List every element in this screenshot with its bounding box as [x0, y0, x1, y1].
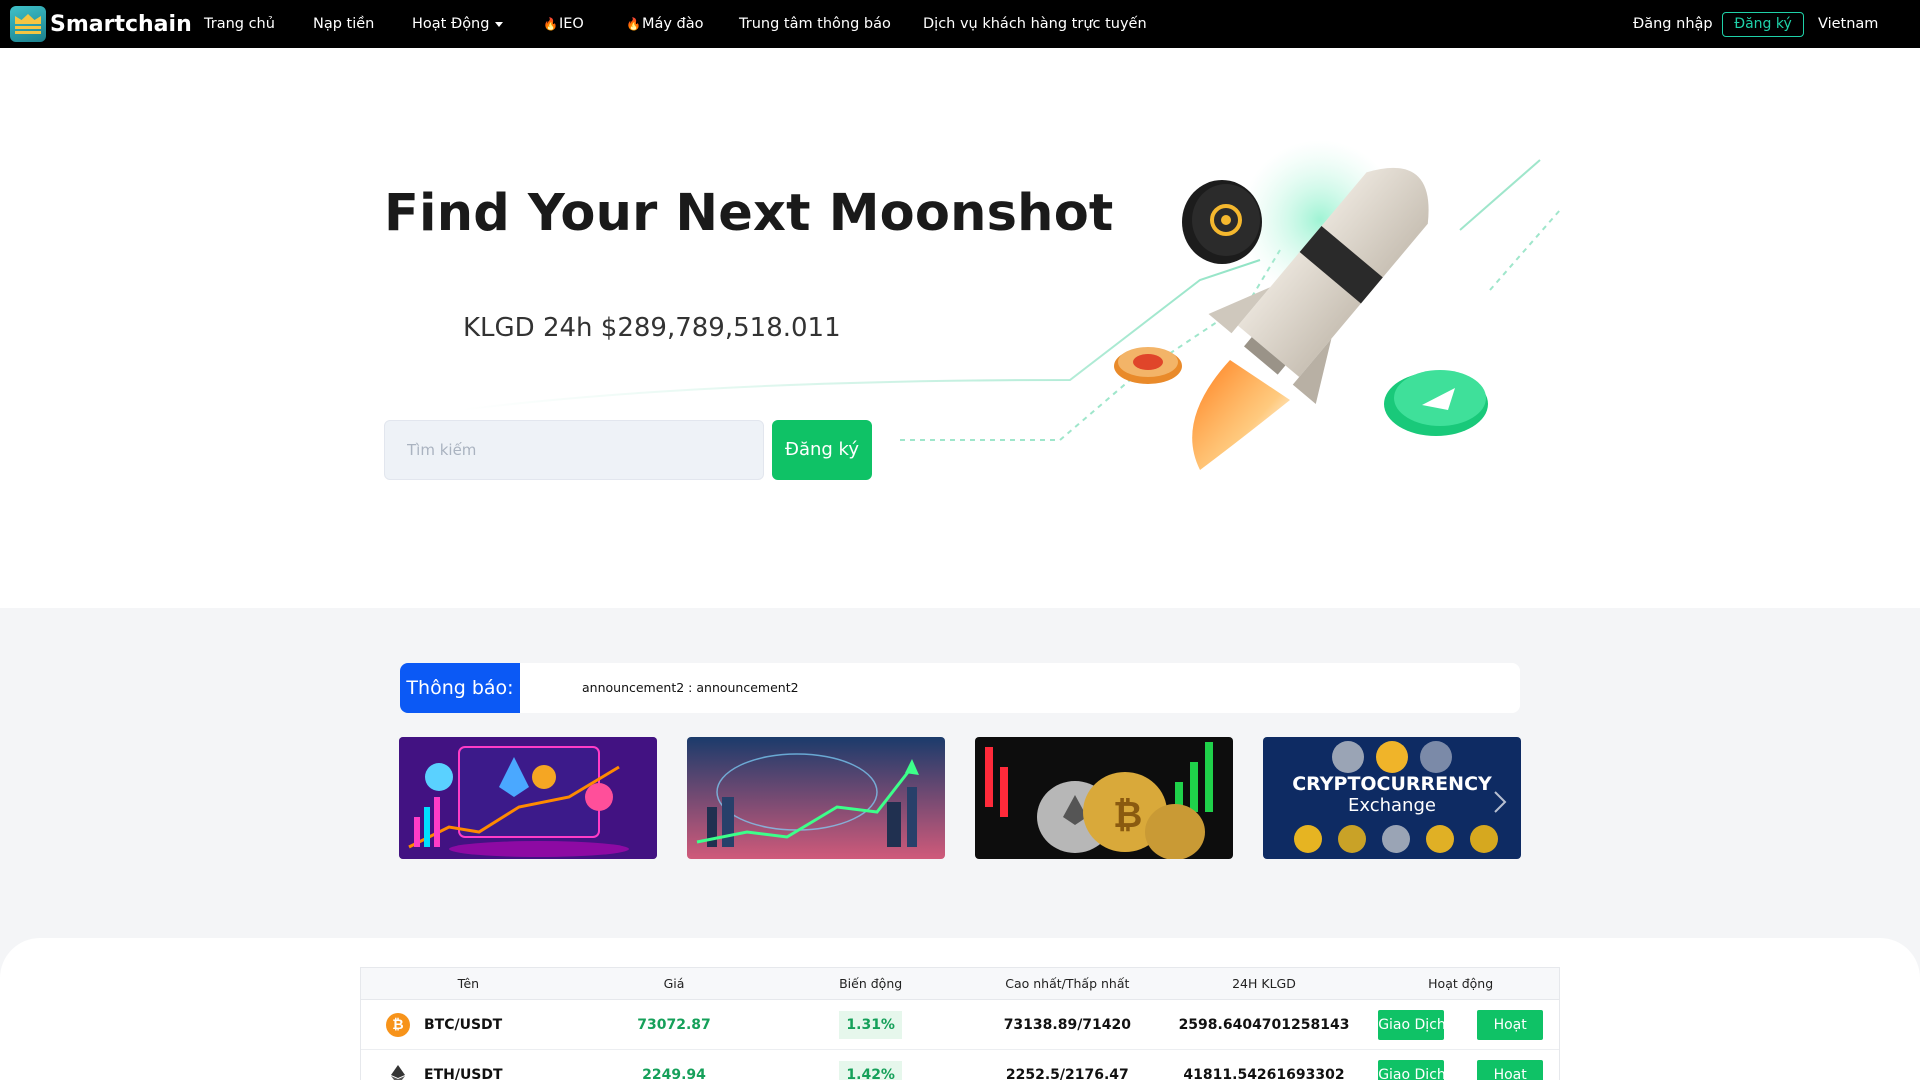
promo-banner-2[interactable] — [687, 737, 945, 859]
col-volume: 24H KLGD — [1232, 976, 1296, 991]
announcement-label: Thông báo: — [400, 663, 520, 713]
bitcoin-icon: ₿ — [386, 1012, 410, 1037]
pair-name: ETH/USDT — [424, 1066, 503, 1080]
high-low: 2252.5/2176.47 — [1005, 1066, 1129, 1080]
pair-cell: ₿ BTC/USDT — [361, 1012, 576, 1037]
ethereum-icon — [386, 1062, 410, 1080]
col-name: Tên — [457, 976, 480, 991]
actions-cell: Giao Dịch Hoạt — [1362, 1009, 1559, 1040]
announcement-bar: Thông báo: announcement2 : announcement2 — [400, 663, 1520, 713]
market-table: Tên Giá Biến động Cao nhất/Thấp nhất 24H… — [360, 967, 1560, 1080]
action-button[interactable]: Hoạt — [1477, 1059, 1544, 1080]
trade-button[interactable]: Giao Dịch — [1378, 1059, 1446, 1080]
col-high-low: Cao nhất/Thấp nhất — [1005, 976, 1130, 991]
action-button[interactable]: Hoạt — [1477, 1009, 1544, 1040]
change-badge: 1.42% — [839, 1060, 902, 1080]
volume-24h: KLGD 24h $289,789,518.011 — [463, 313, 841, 343]
banner4-title: CRYPTOCURRENCY — [1292, 773, 1492, 795]
col-actions: Hoạt động — [1428, 976, 1494, 991]
high-low: 73138.89/71420 — [1003, 1016, 1132, 1033]
price: 2249.94 — [642, 1066, 706, 1080]
pair-name: BTC/USDT — [424, 1016, 503, 1033]
hero-title: Find Your Next Moonshot — [384, 184, 1114, 243]
hero-register-button[interactable]: Đăng ký — [772, 420, 872, 480]
table-row[interactable]: ETH/USDT 2249.94 1.42% 2252.5/2176.47 41… — [361, 1050, 1559, 1080]
announcement-text[interactable]: announcement2 : announcement2 — [582, 663, 799, 713]
banner4-subtitle: Exchange — [1348, 795, 1436, 816]
table-header: Tên Giá Biến động Cao nhất/Thấp nhất 24H… — [361, 968, 1559, 1000]
change-cell: 1.42% — [772, 1060, 969, 1080]
table-row[interactable]: ₿ BTC/USDT 73072.87 1.31% 73138.89/71420… — [361, 1000, 1559, 1050]
col-change: Biến động — [839, 976, 903, 991]
price: 73072.87 — [637, 1016, 711, 1033]
search-input[interactable] — [384, 420, 764, 480]
hero-illustration — [459, 140, 1561, 470]
actions-cell: Giao Dịch Hoạt — [1362, 1059, 1559, 1080]
trade-button[interactable]: Giao Dịch — [1378, 1009, 1446, 1040]
promo-banner-4[interactable]: CRYPTOCURRENCY Exchange — [1263, 737, 1521, 859]
promo-banner-3[interactable]: ₿ — [975, 737, 1233, 859]
volume: 2598.6404701258143 — [1178, 1016, 1350, 1033]
change-badge: 1.31% — [839, 1010, 902, 1039]
promo-banner-1[interactable] — [399, 737, 657, 859]
pair-cell: ETH/USDT — [361, 1062, 576, 1080]
change-cell: 1.31% — [772, 1010, 969, 1039]
svg-text:₿: ₿ — [1113, 795, 1142, 836]
col-price: Giá — [663, 976, 685, 991]
volume: 41811.54261693302 — [1183, 1066, 1345, 1080]
